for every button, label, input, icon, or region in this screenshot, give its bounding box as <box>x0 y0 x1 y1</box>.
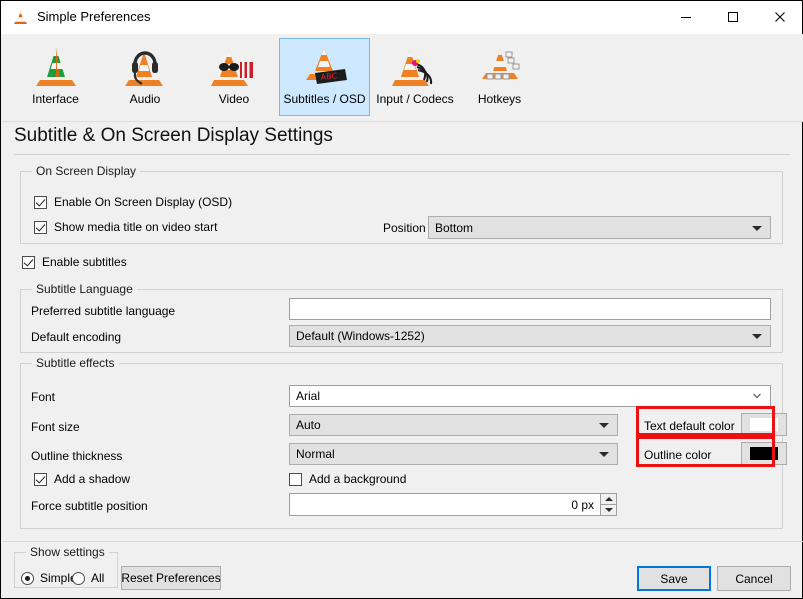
tab-label: Audio <box>129 92 161 106</box>
tab-hotkeys[interactable]: Hotkeys <box>464 38 535 116</box>
checkbox-label: Add a shadow <box>54 472 131 486</box>
group-legend: Subtitle Language <box>32 282 137 296</box>
force-subtitle-position-stepper[interactable]: 0 px <box>289 493 618 516</box>
vlc-subtitles-icon: ABC <box>301 44 349 90</box>
minimize-icon <box>681 17 691 18</box>
vlc-audio-icon <box>121 44 169 90</box>
group-legend: On Screen Display <box>32 164 141 178</box>
position-combobox[interactable]: Bottom <box>428 216 771 239</box>
font-size-value: Auto <box>296 418 321 432</box>
tab-subtitles-osd[interactable]: ABC Subtitles / OSD <box>279 38 370 116</box>
vlc-cone-icon <box>14 11 27 24</box>
vlc-hotkeys-icon <box>476 44 524 90</box>
checkbox-indicator <box>34 472 47 486</box>
radio-simple[interactable]: Simple <box>21 571 77 585</box>
tab-input-codecs[interactable]: Input / Codecs <box>372 38 458 116</box>
cancel-button[interactable]: Cancel <box>717 566 791 591</box>
stepper-down-button[interactable] <box>601 505 616 515</box>
maximize-icon <box>728 12 738 22</box>
color-swatch <box>750 418 778 431</box>
default-encoding-value: Default (Windows-1252) <box>296 329 425 343</box>
checkbox-label: Enable On Screen Display (OSD) <box>54 195 233 209</box>
tab-interface[interactable]: Interface <box>16 38 95 116</box>
force-subtitle-position-value[interactable]: 0 px <box>289 493 601 516</box>
preferences-window: Simple Preferences Interface Audio Video… <box>0 0 803 599</box>
chevron-down-icon <box>753 393 761 399</box>
close-button[interactable] <box>757 1 803 33</box>
page-title: Subtitle & On Screen Display Settings <box>14 125 333 146</box>
tab-label: Input / Codecs <box>376 92 454 106</box>
checkbox-label: Show media title on video start <box>54 220 218 234</box>
group-legend: Subtitle effects <box>32 356 119 370</box>
color-swatch <box>750 447 778 460</box>
font-value: Arial <box>296 389 321 403</box>
font-label: Font <box>31 390 56 404</box>
outline-thickness-label: Outline thickness <box>31 449 123 463</box>
add-background-checkbox[interactable]: Add a background <box>289 472 406 486</box>
tab-label: Video <box>218 92 250 106</box>
reset-preferences-button[interactable]: Reset Preferences <box>121 566 221 590</box>
triangle-up-icon <box>604 497 613 501</box>
add-shadow-checkbox[interactable]: Add a shadow <box>34 472 130 486</box>
default-encoding-label: Default encoding <box>31 330 122 344</box>
radio-label: All <box>91 571 105 585</box>
checkbox-indicator <box>289 472 302 486</box>
stepper-up-button[interactable] <box>601 494 616 504</box>
tab-audio[interactable]: Audio <box>107 38 183 116</box>
position-label: Position <box>383 221 426 235</box>
enable-subtitles-checkbox[interactable]: Enable subtitles <box>22 255 127 269</box>
checkbox-indicator <box>34 220 47 234</box>
font-size-combobox[interactable]: Auto <box>289 414 618 436</box>
chevron-down-icon <box>752 225 762 231</box>
checkbox-label: Enable subtitles <box>42 255 127 269</box>
outline-thickness-combobox[interactable]: Normal <box>289 443 618 465</box>
svg-text:ABC: ABC <box>320 71 338 82</box>
preferred-subtitle-language-input[interactable] <box>289 298 771 320</box>
position-value: Bottom <box>435 220 474 235</box>
show-media-title-checkbox[interactable]: Show media title on video start <box>34 220 217 234</box>
tab-label: Hotkeys <box>477 92 522 106</box>
tab-video[interactable]: Video <box>197 38 271 116</box>
maximize-button[interactable] <box>710 1 756 33</box>
radio-indicator <box>72 571 85 585</box>
group-legend: Show settings <box>26 545 109 559</box>
checkbox-indicator <box>22 255 35 269</box>
enable-osd-checkbox[interactable]: Enable On Screen Display (OSD) <box>34 195 232 209</box>
preferences-toolbar: Interface Audio Video ABC Subtitles / OS… <box>2 34 803 122</box>
font-combobox[interactable]: Arial <box>289 385 771 407</box>
force-subtitle-position-label: Force subtitle position <box>31 499 148 513</box>
radio-indicator <box>21 571 34 585</box>
tab-label: Subtitles / OSD <box>283 92 366 106</box>
tab-label: Interface <box>32 92 79 106</box>
chevron-down-icon <box>599 452 609 457</box>
triangle-down-icon <box>604 507 613 512</box>
vlc-interface-icon <box>32 44 80 90</box>
footer-divider <box>2 541 803 542</box>
title-bar: Simple Preferences <box>1 1 802 34</box>
outline-thickness-value: Normal <box>296 447 335 461</box>
outline-color-button[interactable] <box>741 442 787 465</box>
checkbox-label: Add a background <box>309 472 407 486</box>
chevron-down-icon <box>599 423 609 428</box>
window-title: Simple Preferences <box>37 9 151 24</box>
default-encoding-combobox[interactable]: Default (Windows-1252) <box>289 325 771 347</box>
close-icon <box>775 12 785 22</box>
preferred-subtitle-language-label: Preferred subtitle language <box>31 304 176 318</box>
text-default-color-button[interactable] <box>741 413 787 436</box>
stepper-buttons[interactable] <box>600 493 617 516</box>
save-button[interactable]: Save <box>637 566 711 591</box>
outline-color-label: Outline color <box>644 448 712 462</box>
minimize-button[interactable] <box>663 1 709 33</box>
title-divider <box>14 154 790 155</box>
font-size-label: Font size <box>31 420 80 434</box>
chevron-down-icon <box>752 334 762 339</box>
text-default-color-label: Text default color <box>644 419 735 433</box>
vlc-video-icon <box>210 44 258 90</box>
radio-all[interactable]: All <box>72 571 104 585</box>
checkbox-indicator <box>34 195 47 209</box>
vlc-input-icon <box>391 44 439 90</box>
